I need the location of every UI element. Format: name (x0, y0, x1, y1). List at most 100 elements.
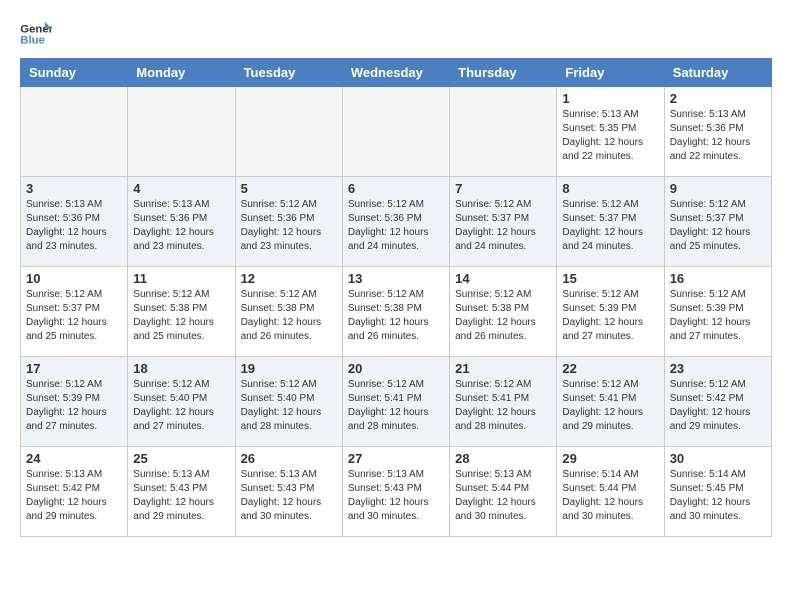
day-number: 18 (133, 361, 229, 376)
day-info: Sunrise: 5:13 AM Sunset: 5:42 PM Dayligh… (26, 468, 122, 524)
calendar-table: SundayMondayTuesdayWednesdayThursdayFrid… (20, 58, 772, 537)
day-number: 9 (670, 181, 766, 196)
day-number: 3 (26, 181, 122, 196)
logo: General Blue (20, 20, 52, 48)
day-number: 2 (670, 91, 766, 106)
day-number: 12 (241, 271, 337, 286)
weekday-header: Thursday (450, 59, 557, 87)
svg-text:Blue: Blue (20, 35, 45, 47)
day-number: 10 (26, 271, 122, 286)
weekday-header: Monday (128, 59, 235, 87)
calendar-cell: 11 Sunrise: 5:12 AM Sunset: 5:38 PM Dayli… (128, 267, 235, 357)
weekday-header: Sunday (21, 59, 128, 87)
day-number: 17 (26, 361, 122, 376)
day-info: Sunrise: 5:12 AM Sunset: 5:41 PM Dayligh… (455, 378, 551, 434)
day-info: Sunrise: 5:12 AM Sunset: 5:37 PM Dayligh… (26, 288, 122, 344)
day-info: Sunrise: 5:13 AM Sunset: 5:43 PM Dayligh… (133, 468, 229, 524)
calendar-cell: 29Sunrise: 5:14 AM Sunset: 5:44 PM Dayli… (557, 447, 664, 537)
day-number: 22 (562, 361, 658, 376)
day-info: Sunrise: 5:14 AM Sunset: 5:45 PM Dayligh… (670, 468, 766, 524)
day-number: 26 (241, 451, 337, 466)
day-info: Sunrise: 5:12 AM Sunset: 5:36 PM Dayligh… (348, 198, 444, 254)
day-number: 19 (241, 361, 337, 376)
day-info: Sunrise: 5:12 AM Sunset: 5:41 PM Dayligh… (562, 378, 658, 434)
calendar-week-row: 1 Sunrise: 5:13 AM Sunset: 5:35 PM Daylig… (21, 87, 772, 177)
calendar-cell: 12 Sunrise: 5:12 AM Sunset: 5:38 PM Dayli… (235, 267, 342, 357)
day-number: 6 (348, 181, 444, 196)
day-number: 30 (670, 451, 766, 466)
weekday-header: Friday (557, 59, 664, 87)
calendar-cell: 21 Sunrise: 5:12 AM Sunset: 5:41 PM Dayli… (450, 357, 557, 447)
calendar-cell (342, 87, 449, 177)
day-info: Sunrise: 5:13 AM Sunset: 5:36 PM Dayligh… (26, 198, 122, 254)
calendar-week-row: 10 Sunrise: 5:12 AM Sunset: 5:37 PM Dayli… (21, 267, 772, 357)
calendar-week-row: 24 Sunrise: 5:13 AM Sunset: 5:42 PM Dayli… (21, 447, 772, 537)
calendar-cell: 18Sunrise: 5:12 AM Sunset: 5:40 PM Dayli… (128, 357, 235, 447)
day-number: 20 (348, 361, 444, 376)
day-number: 14 (455, 271, 551, 286)
calendar-cell: 2 Sunrise: 5:13 AM Sunset: 5:36 PM Daylig… (664, 87, 771, 177)
day-info: Sunrise: 5:13 AM Sunset: 5:44 PM Dayligh… (455, 468, 551, 524)
calendar-cell: 7 Sunrise: 5:12 AM Sunset: 5:37 PM Daylig… (450, 177, 557, 267)
calendar-cell: 1 Sunrise: 5:13 AM Sunset: 5:35 PM Daylig… (557, 87, 664, 177)
calendar-week-row: 3 Sunrise: 5:13 AM Sunset: 5:36 PM Daylig… (21, 177, 772, 267)
calendar-cell: 24 Sunrise: 5:13 AM Sunset: 5:42 PM Dayli… (21, 447, 128, 537)
day-info: Sunrise: 5:12 AM Sunset: 5:40 PM Dayligh… (241, 378, 337, 434)
calendar-cell: 26 Sunrise: 5:13 AM Sunset: 5:43 PM Dayli… (235, 447, 342, 537)
day-info: Sunrise: 5:12 AM Sunset: 5:38 PM Dayligh… (455, 288, 551, 344)
day-number: 13 (348, 271, 444, 286)
day-info: Sunrise: 5:12 AM Sunset: 5:39 PM Dayligh… (670, 288, 766, 344)
day-number: 27 (348, 451, 444, 466)
day-number: 24 (26, 451, 122, 466)
calendar-cell: 16 Sunrise: 5:12 AM Sunset: 5:39 PM Dayli… (664, 267, 771, 357)
day-number: 23 (670, 361, 766, 376)
day-number: 21 (455, 361, 551, 376)
day-info: Sunrise: 5:12 AM Sunset: 5:38 PM Dayligh… (241, 288, 337, 344)
calendar-cell: 10 Sunrise: 5:12 AM Sunset: 5:37 PM Dayli… (21, 267, 128, 357)
calendar-cell: 17 Sunrise: 5:12 AM Sunset: 5:39 PM Dayli… (21, 357, 128, 447)
day-info: Sunrise: 5:12 AM Sunset: 5:42 PM Dayligh… (670, 378, 766, 434)
day-info: Sunrise: 5:12 AM Sunset: 5:36 PM Dayligh… (241, 198, 337, 254)
day-info: Sunrise: 5:12 AM Sunset: 5:39 PM Dayligh… (26, 378, 122, 434)
logo-icon: General Blue (20, 20, 52, 48)
weekday-header-row: SundayMondayTuesdayWednesdayThursdayFrid… (21, 59, 772, 87)
day-info: Sunrise: 5:13 AM Sunset: 5:36 PM Dayligh… (670, 108, 766, 164)
day-number: 1 (562, 91, 658, 106)
calendar-cell: 25 Sunrise: 5:13 AM Sunset: 5:43 PM Dayli… (128, 447, 235, 537)
calendar-cell: 19 Sunrise: 5:12 AM Sunset: 5:40 PM Dayli… (235, 357, 342, 447)
calendar-cell: 30 Sunrise: 5:14 AM Sunset: 5:45 PM Dayli… (664, 447, 771, 537)
day-info: Sunrise: 5:13 AM Sunset: 5:43 PM Dayligh… (241, 468, 337, 524)
calendar-cell: 9Sunrise: 5:12 AM Sunset: 5:37 PM Daylig… (664, 177, 771, 267)
calendar-cell: 14 Sunrise: 5:12 AM Sunset: 5:38 PM Dayli… (450, 267, 557, 357)
calendar-cell: 8Sunrise: 5:12 AM Sunset: 5:37 PM Daylig… (557, 177, 664, 267)
day-info: Sunrise: 5:12 AM Sunset: 5:37 PM Dayligh… (455, 198, 551, 254)
calendar-cell (235, 87, 342, 177)
day-number: 25 (133, 451, 229, 466)
calendar-cell: 28Sunrise: 5:13 AM Sunset: 5:44 PM Dayli… (450, 447, 557, 537)
day-number: 5 (241, 181, 337, 196)
day-number: 7 (455, 181, 551, 196)
calendar-cell: 27Sunrise: 5:13 AM Sunset: 5:43 PM Dayli… (342, 447, 449, 537)
weekday-header: Saturday (664, 59, 771, 87)
calendar-week-row: 17 Sunrise: 5:12 AM Sunset: 5:39 PM Dayli… (21, 357, 772, 447)
calendar-cell: 4Sunrise: 5:13 AM Sunset: 5:36 PM Daylig… (128, 177, 235, 267)
day-info: Sunrise: 5:12 AM Sunset: 5:37 PM Dayligh… (562, 198, 658, 254)
calendar-cell: 20 Sunrise: 5:12 AM Sunset: 5:41 PM Dayli… (342, 357, 449, 447)
day-info: Sunrise: 5:12 AM Sunset: 5:41 PM Dayligh… (348, 378, 444, 434)
calendar-cell (128, 87, 235, 177)
calendar-cell: 15Sunrise: 5:12 AM Sunset: 5:39 PM Dayli… (557, 267, 664, 357)
day-number: 16 (670, 271, 766, 286)
day-number: 4 (133, 181, 229, 196)
day-info: Sunrise: 5:12 AM Sunset: 5:38 PM Dayligh… (133, 288, 229, 344)
weekday-header: Tuesday (235, 59, 342, 87)
calendar-cell: 3 Sunrise: 5:13 AM Sunset: 5:36 PM Daylig… (21, 177, 128, 267)
calendar-cell: 22 Sunrise: 5:12 AM Sunset: 5:41 PM Dayli… (557, 357, 664, 447)
page-header: General Blue (20, 20, 772, 48)
day-number: 29 (562, 451, 658, 466)
weekday-header: Wednesday (342, 59, 449, 87)
calendar-cell (450, 87, 557, 177)
day-info: Sunrise: 5:13 AM Sunset: 5:35 PM Dayligh… (562, 108, 658, 164)
day-info: Sunrise: 5:12 AM Sunset: 5:39 PM Dayligh… (562, 288, 658, 344)
calendar-cell: 13Sunrise: 5:12 AM Sunset: 5:38 PM Dayli… (342, 267, 449, 357)
day-number: 11 (133, 271, 229, 286)
